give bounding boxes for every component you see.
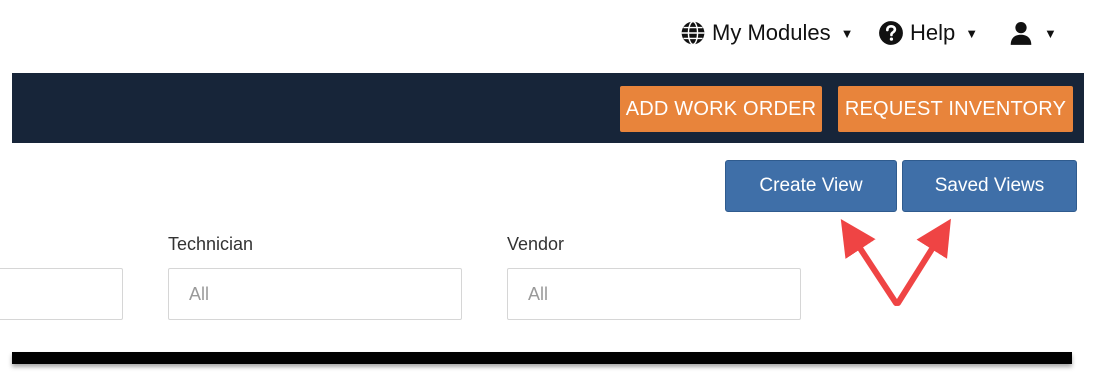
user-menu-dropdown[interactable]: ▼ <box>1008 18 1057 48</box>
annotation-arrows <box>840 218 951 306</box>
caret-down-icon: ▼ <box>965 25 979 41</box>
request-inventory-button[interactable]: REQUEST INVENTORY <box>838 86 1073 132</box>
table-header-bar <box>12 352 1072 364</box>
vendor-filter-input[interactable] <box>507 268 801 320</box>
help-dropdown[interactable]: Help ▼ <box>878 18 978 48</box>
my-modules-dropdown[interactable]: My Modules ▼ <box>680 18 853 48</box>
saved-views-button[interactable]: Saved Views <box>902 160 1077 212</box>
technician-label: Technician <box>168 234 254 254</box>
vendor-label: Vendor <box>507 234 565 254</box>
arrow-to-create-view <box>840 218 899 306</box>
caret-down-icon: ▼ <box>1044 25 1057 41</box>
filter-input-partial[interactable] <box>0 268 123 320</box>
create-view-button[interactable]: Create View <box>725 160 897 212</box>
question-circle-icon <box>878 20 904 46</box>
add-work-order-button[interactable]: ADD WORK ORDER <box>620 86 822 132</box>
user-icon <box>1008 20 1034 46</box>
my-modules-label: My Modules <box>712 20 831 45</box>
technician-filter-input[interactable] <box>168 268 462 320</box>
help-label: Help <box>910 20 956 45</box>
globe-icon <box>680 20 706 46</box>
arrow-to-saved-views <box>895 218 951 306</box>
caret-down-icon: ▼ <box>840 25 854 41</box>
